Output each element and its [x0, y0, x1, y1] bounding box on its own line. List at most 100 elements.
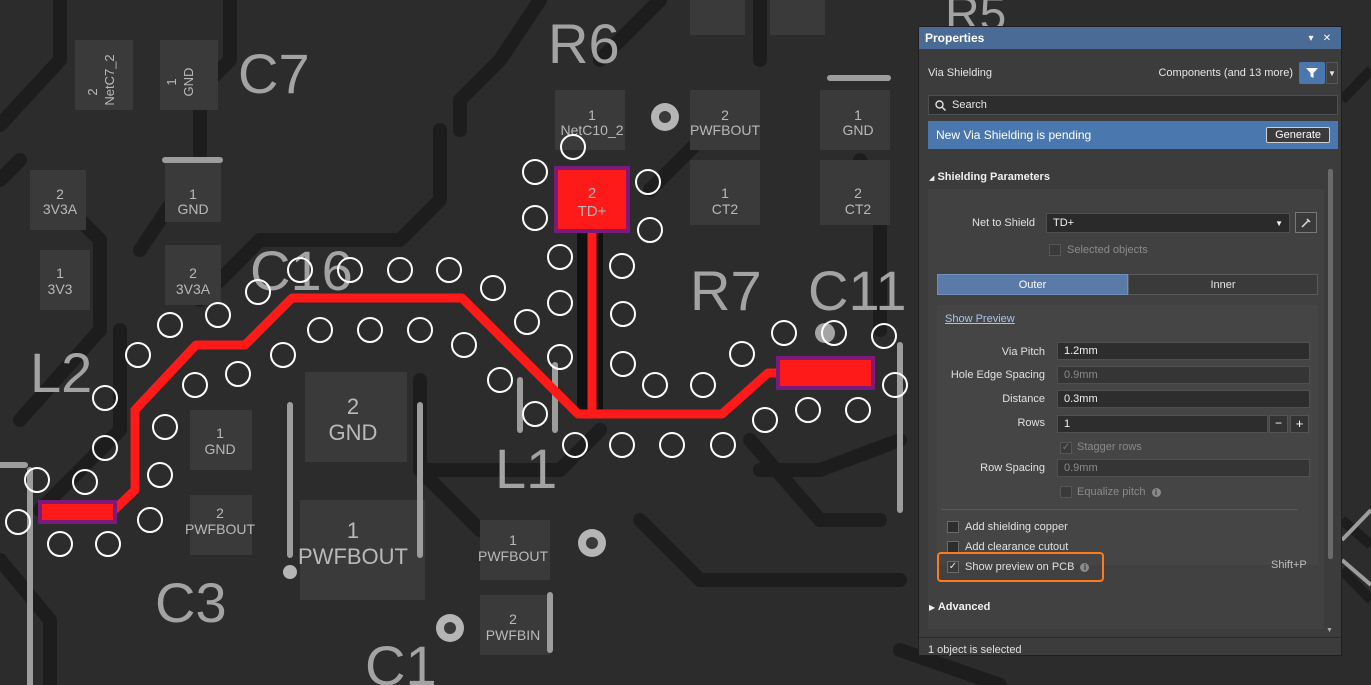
rows-decrement-button[interactable]: − [1269, 415, 1288, 433]
via-pitch-label: Via Pitch [1001, 346, 1045, 358]
designator-l1: L1 [495, 437, 557, 500]
distance-label: Distance [1002, 393, 1045, 405]
pad-label: NetC7_2 [102, 54, 117, 105]
tab-outer-label: Outer [1018, 278, 1047, 291]
pad-label: PWFBOUT [478, 548, 548, 564]
stagger-rows-checkbox[interactable]: ✓ [1060, 442, 1072, 454]
pad-label: 2 [721, 107, 729, 123]
properties-panel: Properties ▾ ✕ Via Shielding Components … [918, 26, 1342, 656]
show-preview-link[interactable]: Show Preview [945, 313, 1015, 325]
pad-label: GND [177, 201, 208, 217]
designator-r7: R7 [690, 259, 762, 322]
equalize-pitch-label: Equalize pitch i [1077, 486, 1161, 498]
generate-button[interactable]: Generate [1266, 127, 1330, 143]
pad-label: 2 [588, 185, 596, 202]
pad-label: PWFBOUT [690, 122, 760, 138]
divider [941, 509, 1298, 510]
pad-label: 1 [216, 425, 224, 441]
selected-objects-label: Selected objects [1067, 244, 1148, 256]
pad-label: TD+ [578, 203, 607, 220]
designator-c1: C1 [365, 634, 437, 685]
distance-input[interactable]: 0.3mm [1057, 390, 1310, 408]
pad-label: 1 [509, 532, 517, 548]
pad-label: 1 [347, 518, 359, 543]
panel-menu-icon[interactable]: ▾ [1303, 33, 1319, 44]
equalize-pitch-checkbox[interactable] [1060, 486, 1072, 498]
search-icon [935, 99, 946, 111]
pad-label: 2 [56, 186, 64, 202]
pad-label: GND [842, 122, 873, 138]
pad-label: 1 [189, 186, 197, 202]
mode-label: Via Shielding [928, 67, 993, 79]
rows-input[interactable]: 1 [1057, 415, 1268, 433]
hole-edge-spacing-label: Hole Edge Spacing [950, 369, 1045, 381]
filter-button[interactable] [1299, 62, 1325, 84]
filter-icon [1306, 68, 1318, 78]
net-to-shield-select[interactable]: TD+ ▼ [1046, 213, 1290, 233]
tab-outer[interactable]: Outer [937, 274, 1128, 295]
chevron-down-icon: ▼ [1275, 218, 1283, 228]
rows-increment-button[interactable]: + [1290, 415, 1309, 433]
section-title: Shielding Parameters [937, 171, 1050, 183]
advanced-header[interactable]: ▶ Advanced [929, 601, 990, 613]
pad-label: 3V3A [43, 201, 78, 217]
tab-inner-label: Inner [1210, 278, 1236, 291]
selected-objects-checkbox[interactable] [1049, 244, 1061, 256]
collapse-icon: ◢ [929, 175, 935, 182]
add-shielding-copper-label: Add shielding copper [965, 521, 1068, 533]
hole-edge-spacing-input[interactable]: 0.9mm [1057, 366, 1310, 384]
section-title: Advanced [937, 601, 991, 613]
row-spacing-label: Row Spacing [980, 462, 1045, 474]
search-placeholder: Search [952, 99, 987, 111]
pad-label: PWFBIN [486, 627, 540, 643]
pad-label: GND [181, 68, 196, 97]
show-preview-pcb-checkbox[interactable]: ✓ [947, 561, 959, 573]
pad-label: GND [329, 420, 378, 445]
pad-label: 2 [854, 185, 862, 201]
rows-label: Rows [1017, 417, 1045, 429]
filter-label: Components (and 13 more) [1158, 67, 1293, 79]
pad-label: 1 [721, 185, 729, 201]
pad-label: 1 [588, 107, 596, 123]
row-spacing-input[interactable]: 0.9mm [1057, 459, 1310, 477]
net-to-shield-value: TD+ [1053, 217, 1075, 229]
pad-label: CT2 [712, 201, 739, 217]
designator-l2: L2 [30, 341, 92, 404]
pad-label: 2 [347, 394, 359, 419]
pad-label: 1 [56, 265, 64, 281]
via-pitch-input[interactable]: 1.2mm [1057, 342, 1310, 360]
pending-bar: New Via Shielding is pending Generate [928, 121, 1338, 149]
show-preview-pcb-label: Show preview on PCB i [965, 561, 1090, 573]
pad-label: 3V3 [48, 281, 73, 297]
pad-label: 2 [216, 505, 224, 521]
info-icon: i [1080, 563, 1090, 572]
scroll-down-icon[interactable]: ▼ [1326, 627, 1333, 634]
scrollbar[interactable] [1328, 169, 1333, 559]
pad-label: CT2 [845, 201, 872, 217]
stagger-rows-label: Stagger rows [1077, 441, 1142, 453]
pad-label: 1 [854, 107, 862, 123]
pad-label: PWFBOUT [185, 521, 255, 537]
add-shielding-copper-checkbox[interactable] [947, 521, 959, 533]
net-to-shield-label: Net to Shield [972, 217, 1035, 229]
pick-net-button[interactable] [1295, 212, 1317, 233]
pad-label: 2 [509, 611, 517, 627]
search-input[interactable]: Search [928, 95, 1338, 115]
td-plus-pad-c11 [776, 356, 875, 390]
pad-label: GND [204, 441, 235, 457]
info-icon: i [1151, 488, 1161, 497]
shielding-parameters-header[interactable]: ◢ Shielding Parameters [929, 171, 1050, 183]
equalize-pitch-text: Equalize pitch [1077, 486, 1146, 498]
expand-icon: ▶ [929, 603, 936, 612]
tab-inner[interactable]: Inner [1128, 274, 1318, 295]
designator-c11: C11 [808, 259, 907, 322]
show-preview-pcb-text: Show preview on PCB [965, 561, 1075, 573]
panel-title-bar: Properties ▾ ✕ [919, 27, 1341, 49]
pending-message: New Via Shielding is pending [936, 128, 1092, 142]
pad-label: 3V3A [176, 281, 211, 297]
status-text: 1 object is selected [928, 644, 1022, 656]
filter-dropdown-icon[interactable]: ▼ [1326, 62, 1338, 84]
close-icon[interactable]: ✕ [1319, 33, 1335, 44]
designator-r6: R6 [548, 12, 620, 75]
td-plus-pad-l2 [38, 500, 117, 524]
